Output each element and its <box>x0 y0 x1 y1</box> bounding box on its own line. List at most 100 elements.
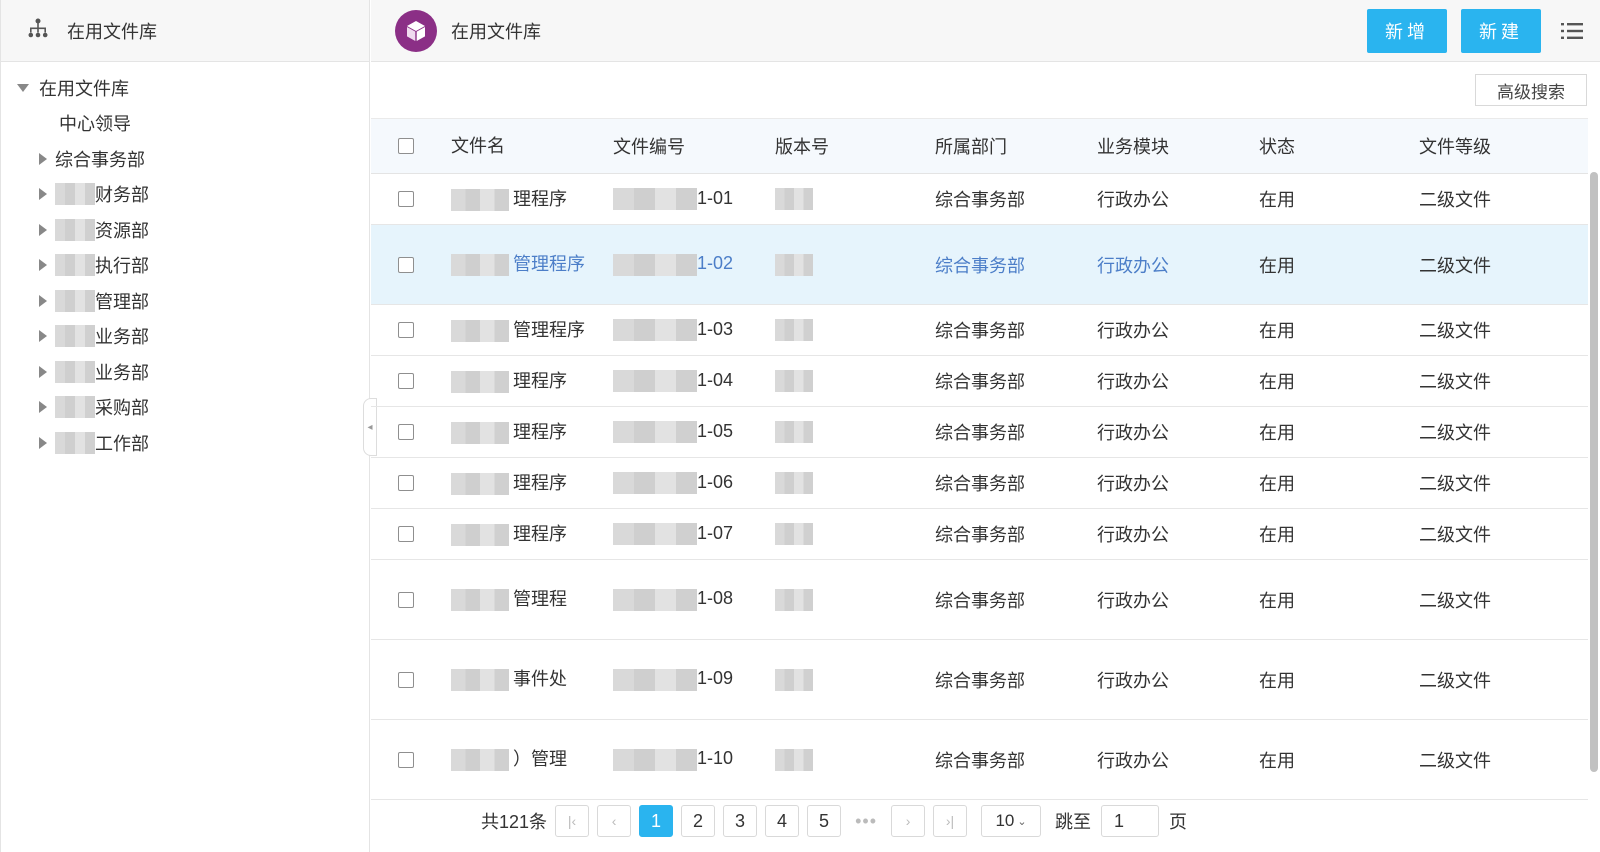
tree-node-label: 业务部 <box>95 362 149 383</box>
row-checkbox[interactable] <box>398 671 414 688</box>
tree-node[interactable]: 执行部 <box>1 248 369 284</box>
file-name-cell[interactable]: 管理程 <box>451 587 613 612</box>
redacted-text <box>451 472 509 495</box>
row-checkbox[interactable] <box>398 191 414 207</box>
file-name-cell[interactable]: 管理程序 <box>451 252 613 277</box>
ellipsis-icon[interactable]: ••• <box>849 811 883 832</box>
add-button[interactable]: 新增 <box>1367 9 1447 53</box>
redacted-text <box>55 218 95 241</box>
caret-right-icon[interactable] <box>39 330 47 343</box>
select-all-checkbox[interactable] <box>398 138 414 154</box>
module-cell: 行政办公 <box>1097 321 1169 341</box>
tree-root[interactable]: 在用文件库 <box>1 70 369 106</box>
row-checkbox[interactable] <box>398 373 414 389</box>
file-name-cell[interactable]: ）管理 <box>451 747 613 772</box>
module-cell: 行政办公 <box>1097 590 1169 611</box>
file-name-cell[interactable]: 事件处 <box>451 667 613 692</box>
tree-node[interactable]: 工作部 <box>1 425 369 461</box>
file-name-cell[interactable]: 理程序 <box>451 420 613 445</box>
table-row[interactable]: ）管理 1-10 综合事务部 行政办公 在用 二级文件 <box>371 720 1588 800</box>
column-header[interactable]: 文件等级 <box>1419 133 1579 159</box>
tree-node[interactable]: 业务部 <box>1 354 369 390</box>
table-row[interactable]: 理程序 1-04 综合事务部 行政办公 在用 二级文件 <box>371 356 1588 407</box>
tree-node[interactable]: 采购部 <box>1 390 369 426</box>
caret-right-icon[interactable] <box>39 152 47 165</box>
page-button[interactable]: 5 <box>807 805 842 837</box>
column-header[interactable]: 所属部门 <box>935 133 1097 159</box>
column-header[interactable]: 文件名 <box>451 134 613 159</box>
last-page-button[interactable]: ›| <box>933 805 968 837</box>
column-header[interactable]: 状态 <box>1259 133 1419 159</box>
file-name-cell[interactable]: 理程序 <box>451 522 613 547</box>
row-checkbox[interactable] <box>398 591 414 608</box>
table-row[interactable]: 理程序 1-06 综合事务部 行政办公 在用 二级文件 <box>371 458 1588 509</box>
redacted-text <box>55 254 95 277</box>
tree-node[interactable]: 资源部 <box>1 212 369 248</box>
jump-page-input[interactable] <box>1101 805 1160 837</box>
level-cell: 二级文件 <box>1419 423 1491 443</box>
caret-right-icon[interactable] <box>39 188 47 201</box>
new-button[interactable]: 新建 <box>1461 9 1541 53</box>
file-name: 理程序 <box>513 188 567 209</box>
page-button[interactable]: 1 <box>639 805 674 837</box>
first-page-button[interactable]: |‹ <box>555 805 590 837</box>
row-checkbox[interactable] <box>398 751 414 768</box>
caret-right-icon[interactable] <box>39 259 47 272</box>
row-checkbox[interactable] <box>398 526 414 542</box>
file-code: 1-06 <box>697 471 734 492</box>
row-checkbox[interactable] <box>398 256 414 273</box>
file-name-cell[interactable]: 理程序 <box>451 369 613 394</box>
page-size-select[interactable]: 10 ⌄ <box>981 805 1042 837</box>
prev-page-button[interactable]: ‹ <box>597 805 632 837</box>
file-name: ）管理 <box>513 749 567 769</box>
page-button[interactable]: 3 <box>723 805 758 837</box>
caret-down-icon[interactable] <box>17 83 29 92</box>
redacted-text <box>775 188 813 211</box>
table-row[interactable]: 事件处 1-09 综合事务部 行政办公 在用 二级文件 <box>371 640 1588 720</box>
row-checkbox[interactable] <box>398 322 414 338</box>
caret-right-icon[interactable] <box>39 365 47 378</box>
file-name: 事件处 <box>513 669 567 689</box>
sidebar-title: 在用文件库 <box>67 21 157 42</box>
table-row[interactable]: 管理程序 1-02 综合事务部 行政办公 在用 二级文件 <box>371 225 1588 305</box>
file-name-cell[interactable]: 管理程序 <box>451 318 613 343</box>
department-cell: 综合事务部 <box>935 525 1025 545</box>
row-checkbox[interactable] <box>398 424 414 440</box>
file-code: 1-07 <box>697 522 734 543</box>
column-header[interactable]: 文件编号 <box>613 133 775 159</box>
tree-node[interactable]: 财务部 <box>1 177 369 213</box>
table-row[interactable]: 管理程序 1-03 综合事务部 行政办公 在用 二级文件 <box>371 305 1588 356</box>
table-row[interactable]: 理程序 1-07 综合事务部 行政办公 在用 二级文件 <box>371 509 1588 560</box>
tree-node[interactable]: 业务部 <box>1 319 369 355</box>
table-row[interactable]: 理程序 1-01 综合事务部 行政办公 在用 二级文件 <box>371 174 1588 225</box>
next-page-button[interactable]: › <box>891 805 926 837</box>
table-row[interactable]: 理程序 1-05 综合事务部 行政办公 在用 二级文件 <box>371 407 1588 458</box>
caret-right-icon[interactable] <box>39 294 47 307</box>
level-cell: 二级文件 <box>1419 670 1491 691</box>
tree-node[interactable]: 管理部 <box>1 283 369 319</box>
caret-right-icon[interactable] <box>39 223 47 236</box>
caret-right-icon[interactable] <box>39 436 47 449</box>
page-button[interactable]: 2 <box>681 805 716 837</box>
tree-node[interactable]: 综合事务部 <box>1 141 369 177</box>
version-cell <box>775 668 935 691</box>
caret-right-icon[interactable] <box>39 401 47 414</box>
list-menu-icon[interactable] <box>1561 22 1583 45</box>
advanced-search-button[interactable]: 高级搜索 <box>1475 74 1587 106</box>
page-button[interactable]: 4 <box>765 805 800 837</box>
table-header: 文件名 文件编号 版本号 所属部门 业务模块 状态 文件等级 <box>371 118 1588 174</box>
row-checkbox-cell <box>371 751 451 768</box>
table-row[interactable]: 管理程 1-08 综合事务部 行政办公 在用 二级文件 <box>371 560 1588 640</box>
redacted-text <box>451 319 509 342</box>
module-cell: 行政办公 <box>1097 750 1169 771</box>
column-header[interactable]: 业务模块 <box>1097 133 1259 159</box>
file-code-cell: 1-10 <box>613 748 775 771</box>
row-checkbox[interactable] <box>398 475 414 491</box>
tree-node-label: 财务部 <box>95 185 149 206</box>
file-name-cell[interactable]: 理程序 <box>451 471 613 496</box>
file-name-cell[interactable]: 理程序 <box>451 187 613 212</box>
table-scrollbar[interactable] <box>1590 172 1598 772</box>
column-header[interactable]: 版本号 <box>775 133 935 159</box>
file-code: 1-02 <box>697 253 734 274</box>
tree-node[interactable]: 中心领导 <box>1 106 369 142</box>
